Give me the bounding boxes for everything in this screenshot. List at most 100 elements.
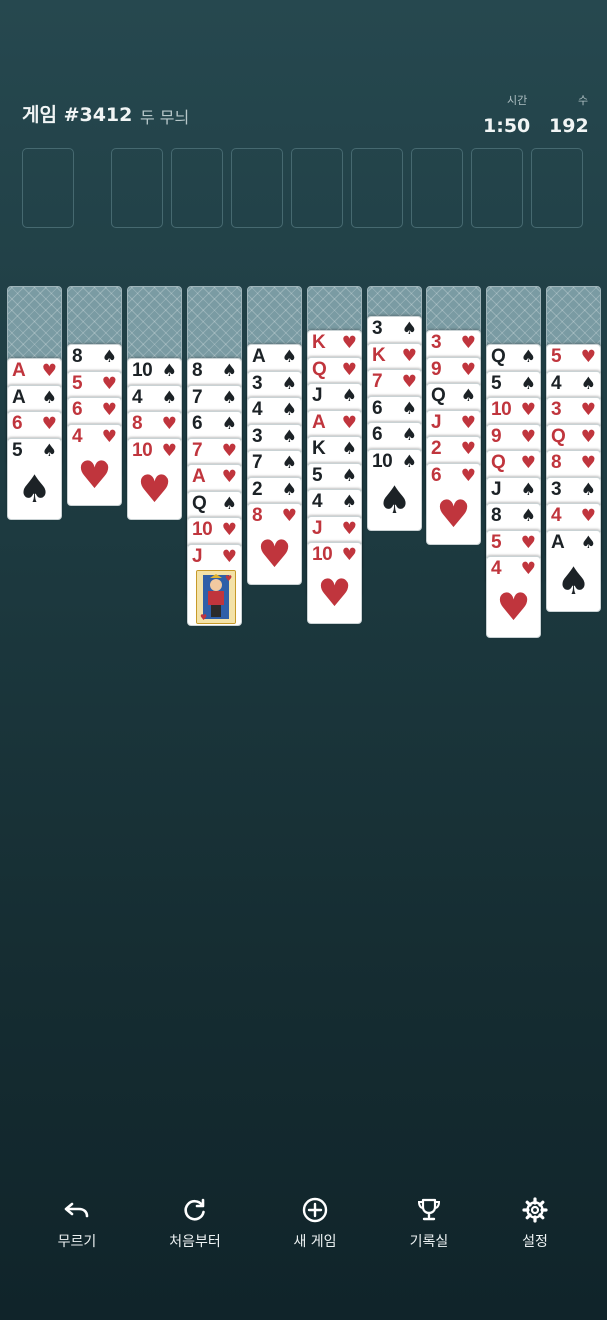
heart-suit-icon: ♥ (41, 361, 57, 381)
card-rank: 8 (491, 505, 502, 526)
playing-card[interactable]: 10 ♠ ♠ (367, 448, 422, 531)
card-rank: Q (431, 385, 446, 406)
playing-card[interactable]: A ♠ ♠ (546, 529, 601, 612)
spade-suit-icon: ♠ (281, 453, 297, 473)
spade-suit-icon: ♠ (221, 414, 237, 434)
gear-icon (485, 1195, 585, 1225)
card-rank: 6 (431, 464, 442, 486)
refresh-icon (145, 1195, 245, 1225)
heart-suit-icon: ♥ (580, 426, 596, 447)
card-rank: 5 (551, 346, 562, 367)
heart-suit-icon: ♥ (401, 372, 417, 392)
records-label: 기록실 (409, 1234, 449, 1250)
card-rank: K (312, 438, 326, 459)
heart-suit-icon: ♥ (436, 491, 471, 536)
card-rank: 7 (192, 386, 203, 408)
card-rank: A (551, 531, 565, 553)
spade-suit-icon: ♠ (221, 387, 237, 408)
heart-suit-icon: ♥ (221, 440, 237, 461)
playing-card[interactable]: 4 ♥ ♥ (67, 423, 122, 506)
spade-suit-icon: ♠ (520, 347, 536, 367)
foundation-slot[interactable] (231, 148, 283, 228)
game-title: 게임 #3412 (22, 104, 133, 126)
spade-suit-icon: ♠ (520, 506, 536, 526)
card-rank: J (312, 385, 323, 406)
heart-suit-icon: ♥ (341, 412, 357, 433)
heart-suit-icon: ♥ (460, 333, 476, 353)
tableau-column: 10 ♠ 4 ♠ 8 ♥ 10 ♥ ♥ (127, 286, 182, 686)
card-rank: 3 (252, 425, 263, 447)
card-rank: K (312, 332, 326, 353)
heart-suit-icon: ♥ (520, 559, 536, 579)
card-rank: 10 (132, 439, 153, 461)
spade-suit-icon: ♠ (520, 373, 536, 394)
playing-card[interactable]: J ♥ ♥ ♥ (187, 543, 242, 626)
heart-suit-icon: ♥ (221, 467, 237, 487)
time-value: 1:50 (483, 115, 531, 137)
heart-suit-icon: ♥ (281, 506, 297, 526)
spade-suit-icon: ♠ (161, 387, 177, 408)
card-rank: J (491, 478, 502, 500)
heart-suit-icon: ♥ (341, 359, 357, 380)
card-rank: 6 (192, 413, 203, 434)
moves-value: 192 (549, 115, 589, 137)
card-rank: 6 (72, 399, 83, 420)
card-rank: 8 (72, 346, 83, 367)
playing-card[interactable]: 8 ♥ ♥ (247, 503, 302, 585)
foundation-slot[interactable] (471, 148, 523, 228)
tableau-column: Q ♠ 5 ♠ 10 ♥ 9 ♥ Q ♥ J ♠ 8 ♠ 5 ♥ 4 ♥ ♥ (486, 286, 541, 686)
playing-card[interactable]: 6 ♥ ♥ (426, 462, 481, 545)
spade-suit-icon: ♠ (281, 479, 297, 500)
heart-suit-icon: ♥ (221, 520, 237, 540)
heart-suit-icon: ♥ (317, 571, 352, 615)
card-rank: Q (491, 452, 506, 473)
card-rank: A (312, 411, 326, 433)
heart-suit-icon: ♥ (460, 439, 476, 459)
spade-suit-icon: ♠ (401, 451, 417, 472)
card-rank: Q (312, 358, 327, 380)
spade-suit-icon: ♠ (161, 361, 177, 381)
card-rank: 7 (252, 452, 263, 473)
records-button[interactable]: 기록실 (379, 1195, 479, 1251)
new-game-label: 새 게임 (293, 1234, 337, 1250)
undo-button[interactable]: 무르기 (27, 1195, 127, 1251)
tableau-column: 8 ♠ 5 ♥ 6 ♥ 4 ♥ ♥ (67, 286, 122, 686)
settings-button[interactable]: 설정 (485, 1195, 585, 1251)
foundation-slot[interactable] (171, 148, 223, 228)
playing-card[interactable]: 10 ♥ ♥ (307, 542, 362, 624)
foundation-slot[interactable] (291, 148, 343, 228)
spade-suit-icon: ♠ (580, 479, 596, 500)
trophy-icon (379, 1195, 479, 1225)
heart-suit-icon: ♥ (580, 347, 596, 367)
heart-suit-icon: ♥ (496, 585, 531, 629)
heart-suit-icon: ♥ (520, 400, 536, 420)
playing-card[interactable]: 4 ♥ ♥ (486, 556, 541, 638)
tableau-column: 5 ♥ 4 ♠ 3 ♥ Q ♥ 8 ♥ 3 ♠ 4 ♥ A ♠ ♠ (546, 286, 601, 686)
foundation-slot[interactable] (111, 148, 163, 228)
card-rank: 4 (491, 558, 502, 579)
foundation-slot[interactable] (531, 148, 583, 228)
stock-pile-slot[interactable] (22, 148, 74, 228)
card-rank: 10 (312, 544, 333, 565)
heart-suit-icon: ♥ (341, 333, 357, 353)
foundation-slot[interactable] (351, 148, 403, 228)
spade-suit-icon: ♠ (341, 386, 357, 406)
card-rank: 8 (551, 452, 562, 473)
card-rank: 6 (372, 397, 383, 419)
svg-text:♥: ♥ (200, 613, 207, 622)
new-game-button[interactable]: 새 게임 (265, 1195, 365, 1251)
card-rank: 9 (491, 425, 502, 447)
game-mode: 두 무늬 (140, 108, 190, 127)
card-rank: 4 (551, 505, 562, 526)
restart-button[interactable]: 처음부터 (145, 1195, 245, 1251)
spade-suit-icon: ♠ (221, 493, 237, 514)
foundation-slot[interactable] (411, 148, 463, 228)
card-rank: 6 (372, 424, 383, 445)
spade-suit-icon: ♠ (341, 492, 357, 512)
playing-card[interactable]: 5 ♠ ♠ (7, 437, 62, 520)
heart-suit-icon: ♥ (401, 345, 417, 366)
spade-suit-icon: ♠ (281, 426, 297, 447)
card-rank: 4 (312, 491, 323, 512)
playing-card[interactable]: 10 ♥ ♥ (127, 437, 182, 520)
spade-suit-icon: ♠ (520, 479, 536, 500)
